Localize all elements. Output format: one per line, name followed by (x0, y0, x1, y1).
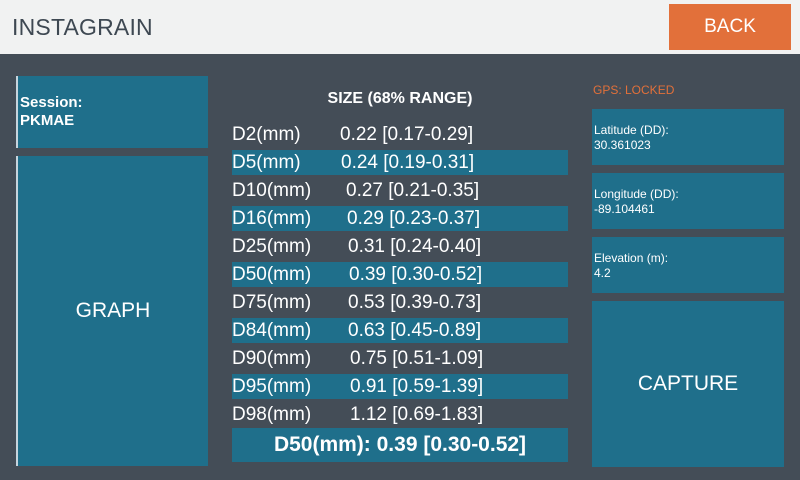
size-row-d50: D50(mm) 0.39 [0.30-0.52] (232, 262, 568, 287)
size-row-d84: D84(mm) 0.63 [0.45-0.89] (232, 318, 568, 343)
size-row-label: D90(mm) (232, 348, 312, 369)
size-row-label: D16(mm) (232, 208, 312, 229)
size-row-label: D98(mm) (232, 404, 312, 425)
size-row-value: 0.53 [0.39-0.73] (348, 292, 482, 313)
latitude-label: Latitude (DD): (594, 123, 669, 137)
latitude-panel: Latitude (DD): 30.361023 (592, 109, 784, 165)
back-button[interactable]: BACK (669, 4, 791, 50)
size-row-label: D84(mm) (232, 320, 312, 341)
size-row-label: D25(mm) (232, 236, 312, 257)
size-row-value: 1.12 [0.69-1.83] (350, 404, 484, 425)
size-row-d75: D75(mm) 0.53 [0.39-0.73] (232, 290, 568, 315)
size-row-value: 0.27 [0.21-0.35] (346, 180, 480, 201)
size-row-label: D2(mm) (232, 124, 301, 145)
size-row-label: D10(mm) (232, 180, 312, 201)
size-row-d2: D2(mm) 0.22 [0.17-0.29] (232, 122, 568, 147)
size-row-value: 0.75 [0.51-1.09] (350, 348, 484, 369)
size-row-value: 0.22 [0.17-0.29] (340, 124, 474, 145)
size-row-value: 0.91 [0.59-1.39] (350, 376, 484, 397)
size-row-d10: D10(mm) 0.27 [0.21-0.35] (232, 178, 568, 203)
size-row-d98: D98(mm) 1.12 [0.69-1.83] (232, 402, 568, 427)
session-value: PKMAE (20, 112, 75, 129)
size-table-title: SIZE (68% RANGE) (327, 90, 473, 107)
d50-summary: D50(mm): 0.39 [0.30-0.52] (232, 428, 568, 462)
size-row-d90: D90(mm) 0.75 [0.51-1.09] (232, 346, 568, 371)
size-row-value: 0.24 [0.19-0.31] (341, 152, 475, 173)
gps-status: GPS: LOCKED (593, 83, 675, 97)
latitude-value: 30.361023 (594, 138, 651, 152)
longitude-value: -89.104461 (594, 202, 655, 216)
size-row-d25: D25(mm) 0.31 [0.24-0.40] (232, 234, 568, 259)
size-row-label: D75(mm) (232, 292, 312, 313)
session-panel: Session: PKMAE (16, 76, 208, 148)
capture-button[interactable]: CAPTURE (592, 301, 784, 467)
size-row-value: 0.39 [0.30-0.52] (349, 264, 483, 285)
top-bar: INSTAGRAIN BACK (0, 0, 800, 54)
session-label: Session: (20, 94, 83, 111)
size-row-label: D95(mm) (232, 376, 312, 397)
size-row-d5: D5(mm) 0.24 [0.19-0.31] (232, 150, 568, 175)
size-row-label: D5(mm) (232, 152, 301, 173)
size-row-label: D50(mm) (232, 264, 312, 285)
elevation-panel: Elevation (m): 4.2 (592, 237, 784, 293)
size-row-value: 0.29 [0.23-0.37] (347, 208, 481, 229)
longitude-panel: Longitude (DD): -89.104461 (592, 173, 784, 229)
elevation-label: Elevation (m): (594, 251, 669, 265)
app-title: INSTAGRAIN (12, 14, 153, 40)
size-row-value: 0.31 [0.24-0.40] (348, 236, 482, 257)
graph-button[interactable]: GRAPH (16, 156, 208, 466)
size-row-d16: D16(mm) 0.29 [0.23-0.37] (232, 206, 568, 231)
elevation-value: 4.2 (594, 266, 611, 280)
size-row-value: 0.63 [0.45-0.89] (348, 320, 482, 341)
size-row-d95: D95(mm) 0.91 [0.59-1.39] (232, 374, 568, 399)
longitude-label: Longitude (DD): (594, 187, 679, 201)
